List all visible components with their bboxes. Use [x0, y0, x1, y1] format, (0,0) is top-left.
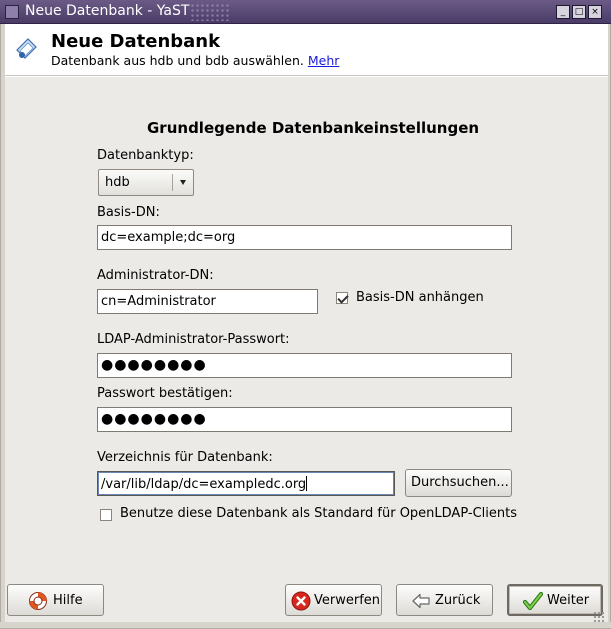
db-type-select[interactable]: hdb [98, 169, 194, 196]
dialog-header: Neue Datenbank Datenbank aus hdb und bdb… [0, 24, 611, 76]
text-caret [306, 476, 308, 491]
page-subtitle: Datenbank aus hdb und bdb auswählen. Meh… [51, 53, 339, 68]
admin-dn-input[interactable]: cn=Administrator [97, 289, 318, 314]
password-confirm-input[interactable]: ●●●●●●●● [97, 407, 512, 432]
default-client-checkbox[interactable] [100, 509, 112, 521]
browse-button-label: Durchsuchen... [411, 475, 509, 490]
page-subtitle-text: Datenbank aus hdb und bdb auswählen. [51, 53, 304, 68]
admin-password-input[interactable]: ●●●●●●●● [97, 353, 512, 378]
cancel-icon [291, 591, 311, 611]
back-button[interactable]: Zurück [396, 584, 493, 616]
db-directory-input[interactable]: /var/lib/ldap/dc=exampledc.org [97, 471, 395, 496]
ldap-database-icon [16, 38, 37, 59]
chevron-down-icon [180, 180, 186, 185]
section-title: Grundlegende Datenbankeinstellungen [147, 119, 480, 137]
arrow-left-icon [412, 593, 430, 609]
help-button-label: Hilfe [53, 593, 83, 608]
db-directory-value: /var/lib/ldap/dc=exampledc.org [101, 477, 307, 492]
discard-button[interactable]: Verwerfen [285, 584, 382, 616]
db-type-value: hdb [105, 175, 130, 190]
main-panel [5, 77, 608, 622]
window-titlebar[interactable]: Neue Datenbank - YaST _ □ × [0, 0, 611, 24]
close-button[interactable]: × [588, 5, 602, 19]
page-title: Neue Datenbank [51, 31, 221, 52]
default-client-label[interactable]: Benutze diese Datenbank als Standard für… [120, 506, 517, 521]
admin-dn-label: Administrator-DN: [97, 268, 214, 283]
db-directory-label: Verzeichnis für Datenbank: [97, 450, 273, 465]
lifebuoy-icon [29, 592, 47, 610]
window-title: Neue Datenbank - YaST [25, 3, 190, 19]
window-border-bottom [0, 622, 611, 629]
base-dn-input[interactable]: dc=example;dc=org [97, 225, 512, 250]
admin-password-label: LDAP-Administrator-Passwort: [97, 332, 290, 347]
checkmark-icon [523, 591, 543, 611]
password-confirm-label: Passwort bestätigen: [97, 386, 233, 401]
combo-separator [172, 174, 173, 191]
minimize-button[interactable]: _ [556, 5, 570, 19]
help-button[interactable]: Hilfe [7, 584, 104, 616]
append-base-dn-checkbox[interactable] [336, 292, 348, 304]
browse-button[interactable]: Durchsuchen... [405, 469, 512, 497]
discard-button-label: Verwerfen [314, 593, 381, 608]
db-type-label: Datenbanktyp: [97, 148, 194, 163]
append-base-dn-label[interactable]: Basis-DN anhängen [356, 290, 484, 305]
window-menu-icon[interactable] [5, 5, 19, 19]
base-dn-label: Basis-DN: [97, 205, 160, 220]
next-button-label: Weiter [547, 593, 590, 608]
resize-grip[interactable] [593, 611, 605, 623]
titlebar-decoration [190, 3, 230, 21]
back-button-label: Zurück [435, 593, 481, 608]
more-link[interactable]: Mehr [308, 53, 340, 68]
next-button[interactable]: Weiter [507, 584, 603, 616]
maximize-button[interactable]: □ [572, 5, 586, 19]
